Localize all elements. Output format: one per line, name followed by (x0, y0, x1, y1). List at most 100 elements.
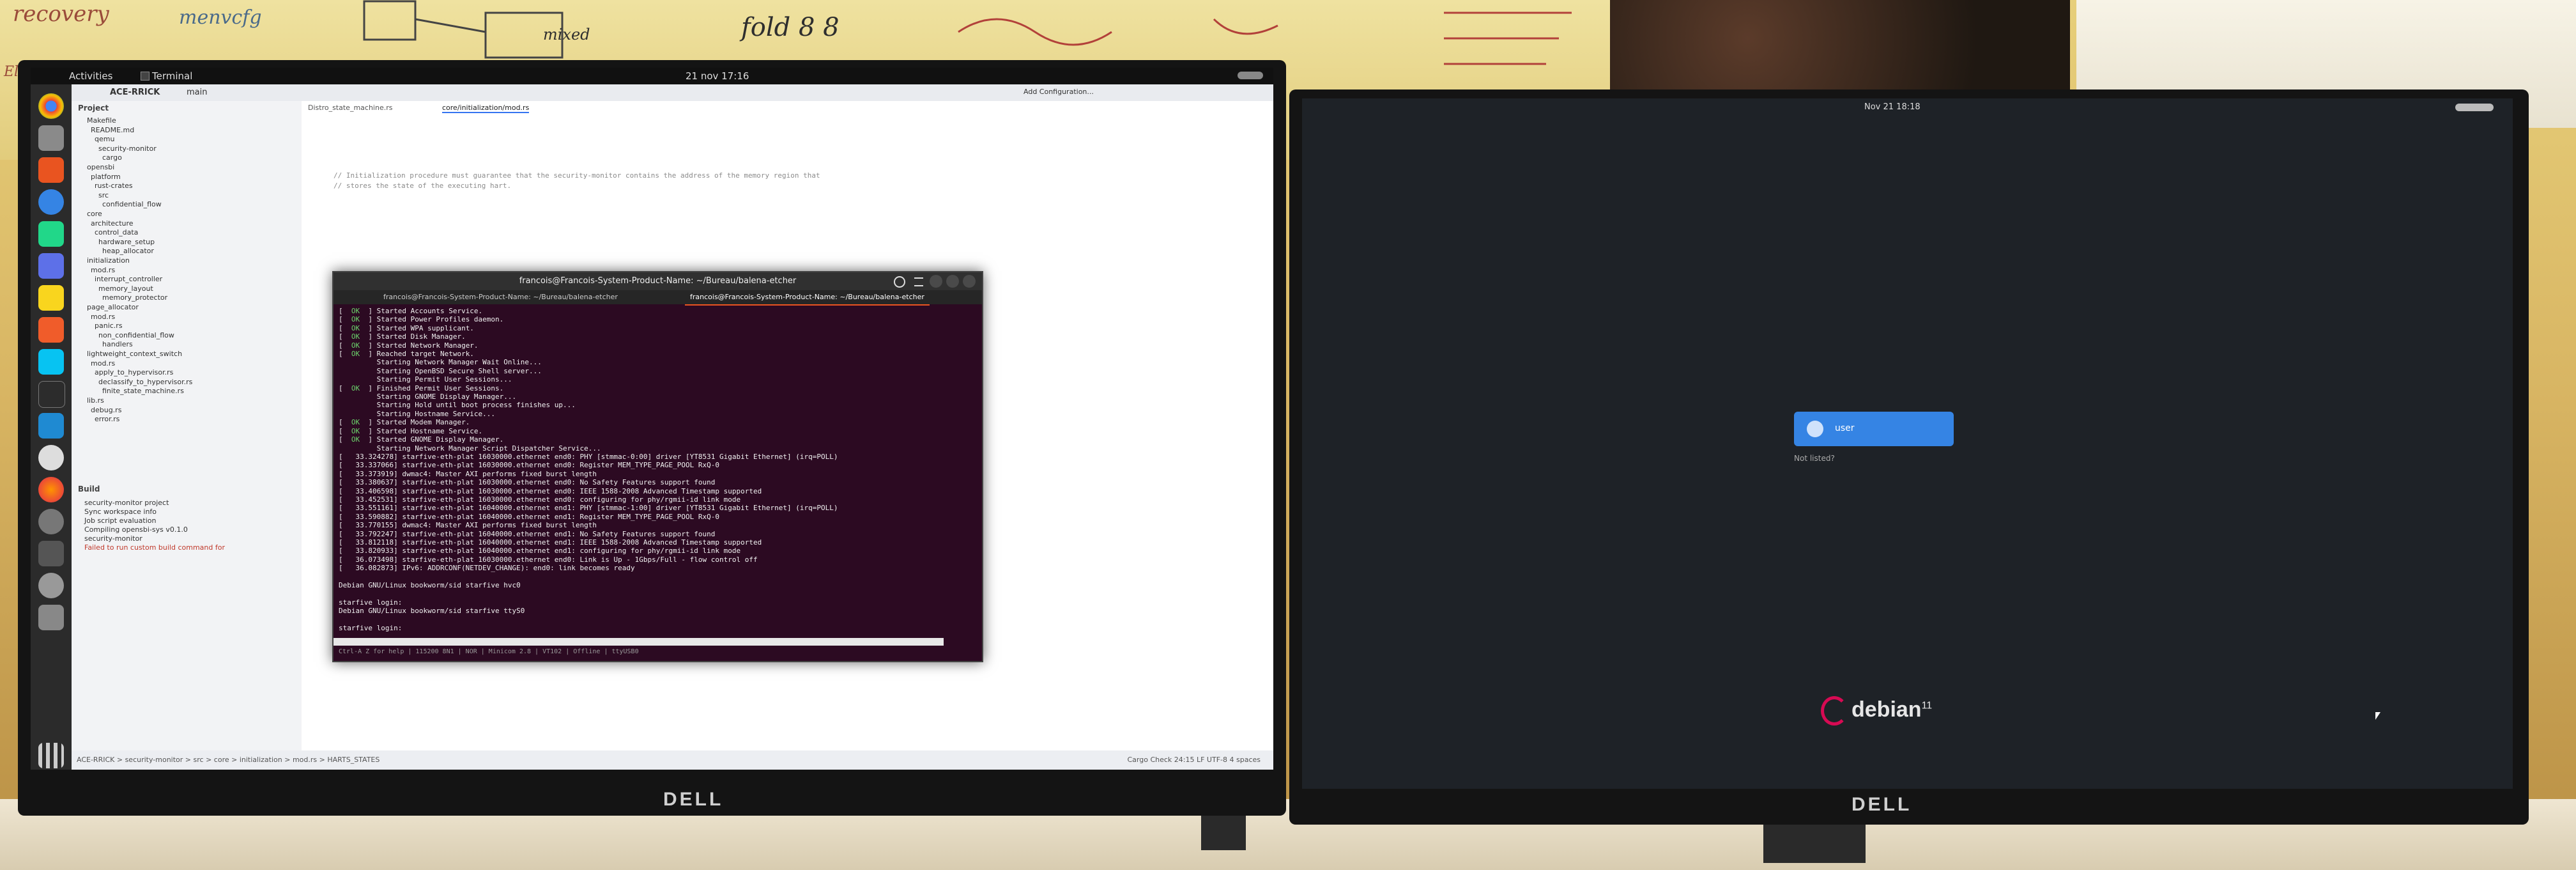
goland-icon[interactable] (38, 253, 64, 279)
tree-item[interactable]: finite_state_machine.rs (102, 387, 184, 396)
tree-item[interactable]: architecture (91, 219, 134, 228)
breadcrumb-item[interactable]: > security-monitor (114, 756, 183, 764)
help-icon[interactable] (38, 189, 64, 215)
ide-titlebar: ACE-RRICK main Add Configuration... (72, 84, 1273, 101)
pycharm-icon[interactable] (38, 285, 64, 311)
user-login-button[interactable]: user (1794, 412, 1954, 446)
tree-item[interactable]: heap_allocator (102, 247, 154, 256)
terminal-icon[interactable] (38, 381, 65, 408)
build-line[interactable]: security-monitor (84, 534, 142, 543)
maximize-icon[interactable] (946, 275, 959, 288)
tree-item[interactable]: src (98, 191, 109, 200)
tree-item[interactable]: core (87, 210, 102, 219)
breadcrumb-item[interactable]: > HARTS_STATES (317, 756, 380, 764)
software-icon[interactable] (38, 157, 64, 183)
tree-item[interactable]: declassify_to_hypervisor.rs (98, 378, 192, 387)
terminal-line: [ 33.337066] starfive-eth-plat 16030000.… (339, 461, 720, 470)
app-menu[interactable]: Terminal (152, 70, 192, 82)
terminal-titlebar[interactable]: francois@Francois-System-Product-Name: ~… (334, 272, 982, 290)
terminal-line: [ 33.792247] starfive-eth-plat 16040000.… (339, 529, 716, 538)
breadcrumb-item[interactable]: > src (183, 756, 204, 764)
tree-item[interactable]: mod.rs (91, 313, 115, 322)
terminal-window[interactable]: francois@Francois-System-Product-Name: ~… (332, 271, 983, 662)
system-menu-icon[interactable] (1238, 72, 1263, 79)
tree-item[interactable]: memory_layout (98, 284, 153, 293)
editor-tab-active[interactable]: core/initialization/mod.rs (442, 104, 530, 113)
build-line[interactable]: Failed to run custom build command for (84, 543, 225, 552)
webstorm-icon[interactable] (38, 349, 64, 375)
clock[interactable]: 21 nov 17:16 (686, 70, 749, 82)
settings-icon[interactable] (38, 509, 64, 534)
search-icon[interactable] (894, 276, 905, 288)
tree-item[interactable]: handlers (102, 340, 133, 349)
close-icon[interactable] (963, 275, 976, 288)
terminal-line: Debian GNU/Linux bookworm/sid starfive h… (339, 581, 521, 589)
show-apps-icon[interactable] (38, 743, 64, 768)
clion-icon[interactable] (38, 221, 64, 247)
tree-item[interactable]: lightweight_context_switch (87, 350, 182, 359)
not-listed-link[interactable]: Not listed? (1794, 454, 1835, 463)
disk-icon[interactable] (38, 445, 64, 470)
tree-item[interactable]: confidential_flow (102, 200, 162, 209)
tree-item[interactable]: mod.rs (91, 266, 115, 275)
terminal-line: Starting Hold until boot process finishe… (339, 401, 576, 410)
status-right[interactable]: Cargo Check 24:15 LF UTF-8 4 spaces (1127, 756, 1261, 764)
build-line[interactable]: Sync workspace info (84, 508, 157, 517)
branch-selector[interactable]: main (187, 88, 207, 97)
tree-item[interactable]: rust-crates (95, 182, 133, 190)
vscode-icon[interactable] (38, 413, 64, 439)
tree-item[interactable]: panic.rs (95, 322, 123, 330)
tree-item[interactable]: page_allocator (87, 303, 139, 312)
menu-icon[interactable] (914, 277, 923, 286)
breadcrumb-item[interactable]: ACE-RRICK (77, 756, 114, 764)
tree-item[interactable]: interrupt_controller (95, 275, 162, 284)
tree-item[interactable]: qemu (95, 135, 114, 144)
system-menu-icon[interactable] (2455, 104, 2494, 111)
tree-item[interactable]: opensbi (87, 163, 114, 172)
debian-logo: debian11 (1821, 696, 1932, 726)
tree-item[interactable]: control_data (95, 228, 138, 237)
terminal-tab[interactable]: francois@Francois-System-Product-Name: ~… (378, 290, 623, 304)
project-name[interactable]: ACE-RRICK (110, 88, 160, 97)
tree-item[interactable]: apply_to_hypervisor.rs (95, 368, 173, 377)
tree-item[interactable]: initialization (87, 256, 130, 265)
minimize-icon[interactable] (930, 275, 942, 288)
tree-item[interactable]: non_confidential_flow (98, 331, 174, 340)
tree-item[interactable]: Makefile (87, 116, 116, 125)
trash-icon[interactable] (38, 605, 64, 630)
terminal-output[interactable]: [ OK ] Started Accounts Service.[ OK ] S… (339, 307, 977, 635)
terminal-tab-active[interactable]: francois@Francois-System-Product-Name: ~… (685, 290, 930, 306)
tree-item[interactable]: README.md (91, 126, 134, 135)
gear-icon[interactable] (38, 573, 64, 598)
clock[interactable]: Nov 21 18:18 (1864, 102, 1920, 112)
breadcrumb-item[interactable]: > mod.rs (282, 756, 317, 764)
tree-item[interactable]: security-monitor (98, 144, 157, 153)
firefox-icon[interactable] (38, 477, 64, 502)
left-monitor-brand: DELL (663, 789, 724, 810)
tree-item[interactable]: mod.rs (91, 359, 115, 368)
gdm-top-bar: Nov 21 18:18 (1302, 98, 2513, 115)
terminal-line: [ 33.551161] starfive-eth-plat 16040000.… (339, 504, 838, 513)
rustrover-icon[interactable] (38, 317, 64, 343)
chrome-icon[interactable] (38, 93, 64, 119)
editor-tab[interactable]: Distro_state_machine.rs (308, 104, 392, 112)
activities-button[interactable]: Activities (69, 70, 112, 82)
tree-item[interactable]: cargo (102, 153, 122, 162)
breadcrumb-item[interactable]: > initialization (229, 756, 282, 764)
files-icon[interactable] (38, 125, 64, 151)
tree-item[interactable]: platform (91, 173, 121, 182)
tree-item[interactable]: memory_protector (102, 293, 167, 302)
run-config[interactable]: Add Configuration... (1023, 88, 1094, 96)
tree-item[interactable]: lib.rs (87, 396, 104, 405)
tree-item[interactable]: error.rs (95, 415, 119, 424)
build-line[interactable]: Job script evaluation (84, 517, 156, 525)
project-label[interactable]: Project (78, 104, 109, 113)
build-label[interactable]: Build (78, 485, 100, 493)
build-line[interactable]: security-monitor project (84, 499, 169, 508)
tree-item[interactable]: debug.rs (91, 406, 121, 415)
tree-item[interactable]: hardware_setup (98, 238, 155, 247)
build-line[interactable]: Compiling opensbi-sys v0.1.0 (84, 525, 188, 534)
usb-drive-icon[interactable] (38, 541, 64, 566)
breadcrumb-item[interactable]: > core (204, 756, 229, 764)
